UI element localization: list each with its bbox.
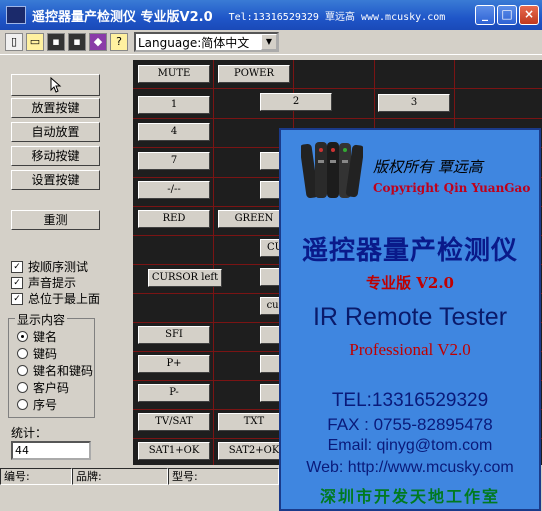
language-value: Language:简体中文 bbox=[138, 35, 250, 50]
key-button[interactable]: CURSOR left bbox=[148, 269, 222, 287]
pointer-button[interactable] bbox=[11, 74, 100, 96]
status-model: 型号: bbox=[168, 468, 279, 485]
checkbox-check-icon: ✓ bbox=[11, 276, 23, 289]
radio-label: 键码 bbox=[33, 347, 58, 361]
key-button[interactable]: 7 bbox=[138, 152, 210, 170]
radio-key-code[interactable]: 键码 bbox=[17, 345, 57, 362]
radio-serial-number[interactable]: 序号 bbox=[17, 396, 57, 413]
radio-label: 序号 bbox=[33, 398, 58, 412]
splash-screen: 版权所有 覃远高 Copyright Qin YuanGao 遥控器量产检测仪 … bbox=[279, 128, 541, 511]
place-key-button[interactable]: 放置按键 bbox=[11, 98, 100, 118]
key-button[interactable]: SAT1+OK bbox=[138, 442, 210, 460]
radio-icon bbox=[17, 382, 28, 393]
splash-web: Web: http://www.mcusky.com bbox=[306, 459, 514, 476]
cursor-arrow-icon bbox=[50, 76, 61, 93]
sound-prompt-checkbox[interactable]: ✓ 声音提示 bbox=[11, 274, 76, 291]
display-content-title: 显示内容 bbox=[15, 311, 68, 328]
close-button[interactable]: × bbox=[519, 5, 539, 25]
radio-label: 客户码 bbox=[33, 381, 70, 395]
save-icon[interactable]: ▪ bbox=[47, 33, 65, 51]
sound-prompt-label: 声音提示 bbox=[28, 276, 77, 290]
splash-edition: 专业版 V2.0 bbox=[366, 274, 454, 292]
status-serial: 编号: bbox=[0, 468, 72, 485]
radio-label: 键名和键码 bbox=[33, 364, 94, 378]
sequential-test-label: 按顺序测试 bbox=[28, 260, 89, 274]
help-icon[interactable]: ? bbox=[110, 33, 128, 51]
key-button[interactable]: P- bbox=[138, 384, 210, 402]
sequential-test-checkbox[interactable]: ✓ 按顺序测试 bbox=[11, 258, 88, 275]
retest-button[interactable]: 重测 bbox=[11, 210, 100, 230]
key-button[interactable]: -/-- bbox=[138, 181, 210, 199]
splash-tel: TEL:13316529329 bbox=[331, 390, 489, 411]
splash-fax: FAX : 0755-82895478 bbox=[327, 415, 493, 434]
splash-title-en: IR Remote Tester bbox=[312, 303, 508, 331]
key-button[interactable]: 1 bbox=[138, 96, 210, 114]
title-bar: 遥控器量产检测仪 专业版V2.0 Tel:13316529329 覃远高 www… bbox=[0, 0, 542, 30]
key-button[interactable]: RED bbox=[138, 210, 210, 228]
status-brand: 品牌: bbox=[72, 468, 168, 485]
splash-title-cn: 遥控器量产检测仪 bbox=[301, 236, 518, 266]
checkbox-check-icon: ✓ bbox=[11, 260, 23, 273]
open-folder-icon[interactable]: ▭ bbox=[26, 33, 44, 51]
auto-place-button[interactable]: 自动放置 bbox=[11, 122, 100, 142]
count-field[interactable]: 44 bbox=[11, 441, 91, 460]
radio-icon bbox=[17, 365, 28, 376]
splash-email: Email: qinyg@tom.com bbox=[327, 437, 493, 454]
radio-customer-code[interactable]: 客户码 bbox=[17, 379, 69, 396]
key-button[interactable]: 2 bbox=[260, 93, 332, 111]
window-title: 遥控器量产检测仪 专业版V2.0 bbox=[32, 9, 213, 25]
remote-controls-image bbox=[301, 142, 363, 199]
toolbar: ▯ ▭ ▪ ▪ ◆ ? Language:简体中文 ▼ bbox=[0, 30, 542, 55]
book-icon[interactable]: ◆ bbox=[89, 33, 107, 51]
key-button[interactable]: TV/SAT bbox=[138, 413, 210, 431]
move-key-button[interactable]: 移动按键 bbox=[11, 146, 100, 166]
checkbox-check-icon: ✓ bbox=[11, 292, 23, 305]
always-on-top-label: 总位于最上面 bbox=[28, 292, 101, 306]
key-button[interactable]: SFI bbox=[138, 326, 210, 344]
key-button[interactable]: POWER bbox=[218, 65, 290, 83]
minimize-button[interactable]: _ bbox=[475, 5, 495, 25]
app-icon bbox=[6, 6, 26, 24]
radio-key-name[interactable]: 键名 bbox=[17, 328, 57, 345]
copyright-cn: 版权所有 覃远高 bbox=[373, 158, 483, 176]
count-label: 统计： bbox=[11, 426, 48, 440]
copyright-en: Copyright Qin YuanGao bbox=[373, 181, 531, 195]
key-button[interactable]: P+ bbox=[138, 355, 210, 373]
chevron-down-icon[interactable]: ▼ bbox=[261, 34, 277, 50]
splash-professional: Professional V2.0 bbox=[349, 340, 471, 359]
splash-studio: 深圳市开发天地工作室 bbox=[319, 487, 500, 506]
always-on-top-checkbox[interactable]: ✓ 总位于最上面 bbox=[11, 290, 100, 307]
title-contact: Tel:13316529329 覃远高 www.mcusky.com bbox=[228, 11, 446, 23]
radio-label: 键名 bbox=[33, 330, 58, 344]
key-button[interactable]: MUTE bbox=[138, 65, 210, 83]
maximize-button[interactable]: □ bbox=[497, 5, 517, 25]
radio-icon bbox=[17, 348, 28, 359]
display-content-group: 显示内容 键名 键码 键名和键码 客户码 序号 bbox=[8, 311, 95, 418]
radio-selected-icon bbox=[17, 331, 28, 342]
new-file-icon[interactable]: ▯ bbox=[5, 33, 23, 51]
language-select[interactable]: Language:简体中文 ▼ bbox=[134, 32, 279, 52]
radio-key-name-and-code[interactable]: 键名和键码 bbox=[17, 362, 93, 379]
status-bar: 编号: 品牌: 型号: bbox=[0, 468, 279, 486]
key-button[interactable]: 3 bbox=[378, 94, 450, 112]
key-button[interactable]: 4 bbox=[138, 123, 210, 141]
set-key-button[interactable]: 设置按键 bbox=[11, 170, 100, 190]
radio-icon bbox=[17, 399, 28, 410]
save-all-icon[interactable]: ▪ bbox=[68, 33, 86, 51]
